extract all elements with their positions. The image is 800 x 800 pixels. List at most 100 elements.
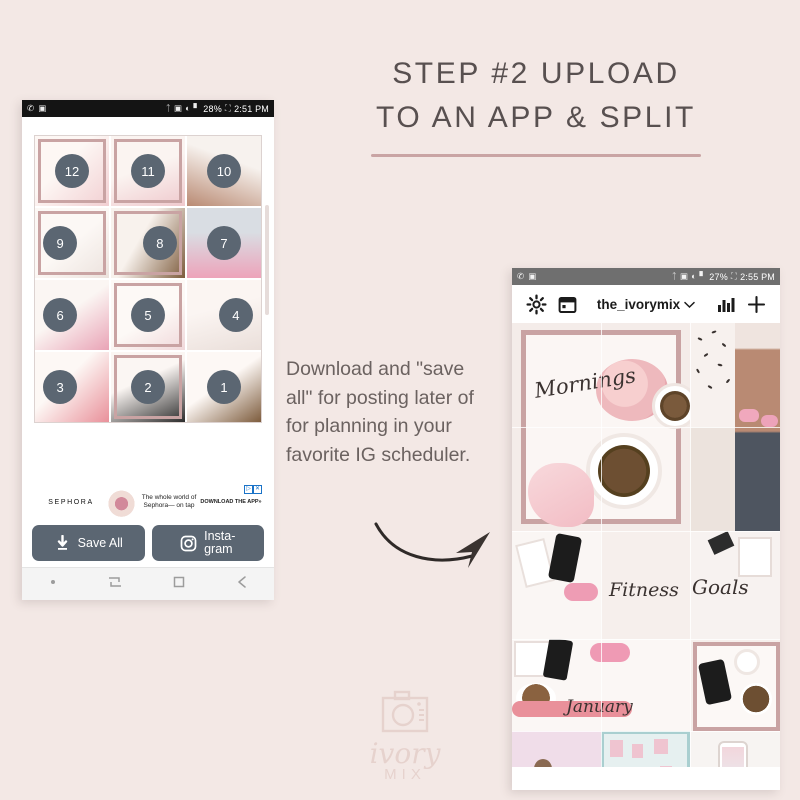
planner-row: Fitness Goals <box>512 531 780 639</box>
grid-cell-desk-flatlay: Goals <box>690 531 780 639</box>
dot-indicator-icon <box>45 574 61 595</box>
battery-icon: ⛶ <box>224 103 232 114</box>
ad-product-image <box>108 485 138 519</box>
page-title-line1: STEP #2 UPLOAD <box>392 57 680 90</box>
left-battery-percent: 28% <box>203 103 222 114</box>
page-title: STEP #2 UPLOAD TO AN APP & SPLIT <box>360 52 712 157</box>
nfc-icon: ▣ <box>173 103 183 114</box>
screenshot-icon: ▣ <box>38 103 47 114</box>
back-arrow-icon[interactable] <box>233 573 251 596</box>
instagram-button[interactable]: Insta- gram <box>151 525 264 561</box>
account-selector[interactable]: the_ivorymix <box>578 297 714 312</box>
grid-tile-8[interactable]: 8 <box>111 208 185 278</box>
grid-tile-10[interactable]: 10 <box>187 136 261 206</box>
bar-chart-icon[interactable] <box>714 293 736 315</box>
download-icon <box>54 534 71 552</box>
adchoices-icon[interactable]: ▷ <box>244 485 253 494</box>
ad-message-text: The whole world of Sephora— on tap <box>141 493 197 510</box>
calendar-icon[interactable] <box>556 293 578 315</box>
signal-icon: ▘ <box>699 271 707 282</box>
grid-tile-12[interactable]: 12 <box>35 136 109 206</box>
tile-number-badge: 1 <box>207 370 241 404</box>
curved-arrow-icon <box>372 512 500 577</box>
tile-number-badge: 8 <box>142 226 177 260</box>
bluetooth-icon: ᛏ <box>165 103 171 114</box>
account-username: the_ivorymix <box>596 296 681 312</box>
grid-tile-3[interactable]: 3 <box>35 352 109 422</box>
left-grid-container: 12 11 10 9 8 7 6 5 4 3 2 1 <box>22 117 274 423</box>
grid-guideline-horizontal <box>512 531 780 532</box>
planner-row <box>512 731 780 767</box>
right-clock: 2:55 PM <box>740 271 775 282</box>
left-phone-status-bar: ✆ ▣ ᛏ ▣ ◐ ▘ 28% ⛶ 2:51 PM <box>22 100 274 117</box>
grid-cell-phone-dumbbell <box>512 531 601 639</box>
grid-guideline-horizontal <box>512 731 780 732</box>
grid-tile-4[interactable]: 4 <box>187 280 261 350</box>
instagram-icon <box>180 535 197 552</box>
left-phone-action-row: Save All Insta- gram <box>32 525 264 561</box>
ad-message-area: The whole world of Sephora— on tap <box>108 485 200 519</box>
left-clock: 2:51 PM <box>234 103 269 114</box>
vertical-scrollbar[interactable] <box>265 205 269 315</box>
battery-icon: ⛶ <box>730 271 738 282</box>
tile-number-badge: 6 <box>43 298 78 332</box>
camera-icon <box>345 690 465 739</box>
missed-call-icon: ✆ <box>517 271 525 282</box>
right-phone-screenshot: ✆ ▣ ᛏ ▣ ◐ ▘ 27% ⛶ 2:55 PM the_ivorymix M… <box>512 268 780 790</box>
tile-number-badge: 12 <box>55 154 89 188</box>
tile-number-badge: 9 <box>43 226 78 260</box>
grid-tile-1[interactable]: 1 <box>187 352 261 422</box>
grid-tile-2[interactable]: 2 <box>111 352 185 422</box>
page-title-line2: TO AN APP & SPLIT <box>376 101 696 134</box>
ad-corner-controls[interactable]: ▷ ✕ <box>244 485 262 494</box>
grid-cell-illustration-girl <box>512 731 601 767</box>
grid-tile-11[interactable]: 11 <box>111 136 185 206</box>
home-square-icon[interactable] <box>170 573 188 596</box>
tile-number-badge: 7 <box>207 226 241 260</box>
save-all-button[interactable]: Save All <box>32 525 145 561</box>
grid-tile-9[interactable]: 9 <box>35 208 109 278</box>
grid-tile-5[interactable]: 5 <box>111 280 185 350</box>
missed-call-icon: ✆ <box>27 103 35 114</box>
instagram-planner-grid[interactable]: Mornings Fitness Goals January <box>512 323 780 767</box>
android-navigation-bar <box>22 567 274 600</box>
chevron-down-icon <box>684 297 695 312</box>
sephora-ad-banner[interactable]: SEPHORA The whole world of Sephora— on t… <box>34 485 262 519</box>
signal-icon: ▘ <box>193 103 201 114</box>
grid-guideline-horizontal <box>512 427 780 428</box>
grid-cell-fitness-goals-text: Fitness <box>601 531 690 639</box>
plus-icon[interactable] <box>745 293 767 315</box>
tile-number-badge: 10 <box>207 154 241 188</box>
wifi-icon: ◐ <box>185 103 191 114</box>
numbered-photo-grid[interactable]: 12 11 10 9 8 7 6 5 4 3 2 1 <box>34 135 262 423</box>
grid-cell-confetti <box>690 323 735 427</box>
grid-guideline-vertical <box>601 323 602 767</box>
planner-row: January <box>512 639 780 731</box>
bluetooth-icon: ᛏ <box>671 271 677 282</box>
wifi-icon: ◐ <box>691 271 697 282</box>
right-battery-percent: 27% <box>709 271 728 282</box>
grid-tile-7[interactable]: 7 <box>187 208 261 278</box>
ad-close-icon[interactable]: ✕ <box>253 485 262 494</box>
ad-brand-label: SEPHORA <box>34 485 108 519</box>
grid-cell-phone-mockup <box>690 731 780 767</box>
tile-number-badge: 5 <box>131 298 165 332</box>
grid-tile-6[interactable]: 6 <box>35 280 109 350</box>
left-phone-screenshot: ✆ ▣ ᛏ ▣ ◐ ▘ 28% ⛶ 2:51 PM 12 11 10 9 8 7 6 5 4 3 2… <box>22 100 274 600</box>
screenshot-icon: ▣ <box>528 271 537 282</box>
tile-number-badge: 3 <box>43 370 78 404</box>
recent-apps-icon[interactable] <box>106 573 124 596</box>
tile-number-badge: 11 <box>131 154 165 188</box>
grid-guideline-vertical <box>690 323 691 767</box>
right-phone-status-bar: ✆ ▣ ᛏ ▣ ◐ ▘ 27% ⛶ 2:55 PM <box>512 268 780 285</box>
tile-number-badge: 2 <box>131 370 165 404</box>
save-all-label: Save All <box>77 535 123 550</box>
planner-app-bar: the_ivorymix <box>512 285 780 323</box>
instagram-label: Insta- gram <box>204 529 236 556</box>
grid-cell-framed-breakfast <box>690 639 780 731</box>
grid-cell-paper[interactable] <box>690 427 735 531</box>
nfc-icon: ▣ <box>679 271 689 282</box>
watermark-wordmark-ivory: ivory <box>369 737 441 770</box>
gear-icon[interactable] <box>525 293 547 315</box>
grid-caption-fitness: Fitness <box>609 579 679 601</box>
